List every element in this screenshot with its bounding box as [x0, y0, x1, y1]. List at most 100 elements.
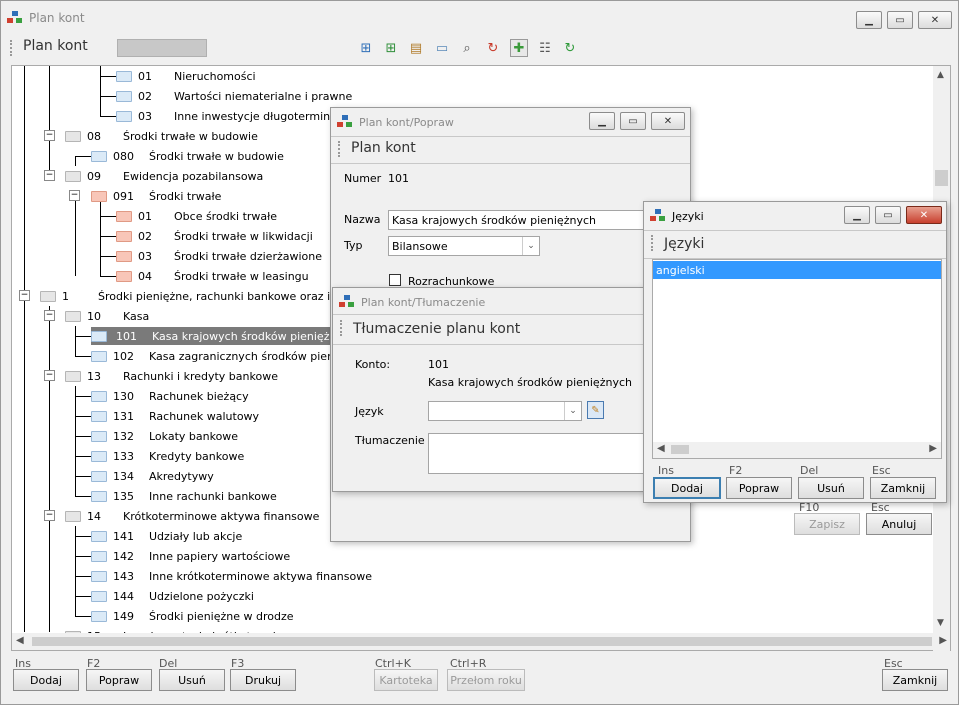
collapse-toggle[interactable]: − [44, 370, 55, 381]
tree-item[interactable]: 130 Rachunek bieżący [91, 387, 249, 405]
collapse-toggle[interactable]: − [44, 510, 55, 521]
tree-item-name: Rachunek walutowy [149, 409, 260, 423]
tree-item-code: 131 [113, 409, 134, 423]
languages-dialog-title: Języki [672, 209, 704, 223]
typ-select[interactable]: Bilansowe ⌄ [388, 236, 540, 256]
tree-item[interactable]: 132 Lokaty bankowe [91, 427, 238, 445]
languages-list[interactable]: angielski ◀ ▶ [652, 259, 942, 459]
chevron-down-icon[interactable]: ⌄ [522, 237, 539, 255]
close-main-button[interactable]: Zamknij [882, 669, 948, 691]
folder-icon [91, 150, 107, 162]
print-button[interactable]: Drukuj [230, 669, 296, 691]
tree-item[interactable]: 135 Inne rachunki bankowe [91, 487, 277, 505]
folder-icon [91, 410, 107, 422]
edit-button[interactable]: Popraw [86, 669, 152, 691]
collapse-toggle[interactable]: − [44, 130, 55, 141]
tree-item[interactable]: 02 Wartości niematerialne i prawne [116, 87, 352, 105]
languages-horizontal-scrollbar[interactable]: ◀ ▶ [653, 442, 941, 458]
tree-item-name: Inne papiery wartościowe [149, 549, 291, 563]
collapse-toggle[interactable]: − [44, 310, 55, 321]
tree-item[interactable]: 01 Obce środki trwałe [116, 207, 277, 225]
tree-item[interactable]: 144 Udzielone pożyczki [91, 587, 254, 605]
app-icon [337, 115, 353, 129]
translation-dialog-grip[interactable] [340, 320, 343, 336]
search-input[interactable] [117, 39, 207, 57]
tree-item-name: Środki trwałe w budowie [123, 129, 258, 143]
refresh-red-icon[interactable]: ↻ [484, 39, 502, 57]
tree-item[interactable]: 133 Kredyty bankowe [91, 447, 244, 465]
chevron-down-icon[interactable]: ⌄ [564, 402, 581, 420]
toolbar-grip[interactable] [10, 40, 13, 56]
comment-icon[interactable]: ▭ [433, 39, 451, 57]
tree-item[interactable]: 09 Ewidencja pozabilansowa [65, 167, 263, 185]
delete-button[interactable]: Usuń [159, 669, 225, 691]
tree-item[interactable]: 10 Kasa [65, 307, 149, 325]
languages-dialog-grip[interactable] [651, 235, 654, 251]
year-end-button[interactable]: Przełom roku [447, 669, 525, 691]
edit-dialog-close[interactable]: ✕ [651, 112, 685, 130]
edit-languages-icon[interactable]: ✎ [587, 401, 604, 419]
add-button[interactable]: Dodaj [13, 669, 79, 691]
languages-minimize[interactable]: ▁ [844, 206, 870, 224]
tree-item[interactable]: 14 Krótkoterminowe aktywa finansowe [65, 507, 319, 525]
jezyk-label: Język [355, 405, 384, 418]
minimize-button[interactable]: ▁ [856, 11, 882, 29]
tree-item-name: Udzielone pożyczki [149, 589, 254, 603]
language-delete-button[interactable]: Usuń [798, 477, 864, 499]
tree-item[interactable]: 04 Środki trwałe w leasingu [116, 267, 309, 285]
languages-maximize[interactable]: ▭ [875, 206, 901, 224]
refresh-green-icon[interactable]: ↻ [561, 39, 579, 57]
language-add-button[interactable]: Dodaj [653, 477, 721, 499]
collapse-toggle[interactable]: − [19, 290, 30, 301]
folder-icon [91, 590, 107, 602]
tree-item[interactable]: 149 Środki pieniężne w drodze [91, 607, 294, 625]
tree-item-name: Inne krótkoterminowe aktywa finansowe [149, 569, 373, 583]
tree-item[interactable]: 08 Środki trwałe w budowie [65, 127, 258, 145]
collapse-toggle[interactable]: − [69, 190, 80, 201]
tree-item[interactable]: 102 Kasa zagranicznych środków pienięż [91, 347, 350, 365]
save-button[interactable]: Zapisz [794, 513, 860, 535]
edit-dialog-grip[interactable] [338, 141, 341, 157]
edit-dialog-maximize[interactable]: ▭ [620, 112, 646, 130]
edit-dialog-minimize[interactable]: ▁ [589, 112, 615, 130]
add-child-icon[interactable]: ⊞ [382, 39, 400, 57]
rozrachunkowe-checkbox[interactable] [389, 274, 401, 286]
tree-item[interactable]: 03 Inne inwestycje długoterminowe [116, 107, 353, 125]
tree-item[interactable]: 02 Środki trwałe w likwidacji [116, 227, 313, 245]
tree-item[interactable]: 134 Akredytywy [91, 467, 214, 485]
tree-item[interactable]: 141 Udziały lub akcje [91, 527, 242, 545]
folder-icon [65, 170, 81, 182]
translation-textarea[interactable] [428, 433, 653, 474]
tree-item[interactable]: 01 Nieruchomości [116, 67, 256, 85]
folder-icon [91, 530, 107, 542]
list-item[interactable]: angielski [653, 261, 941, 279]
language-close-button[interactable]: Zamknij [870, 477, 936, 499]
maximize-button[interactable]: ▭ [887, 11, 913, 29]
tree-item[interactable]: 143 Inne krótkoterminowe aktywa finansowe [91, 567, 372, 585]
grid-icon[interactable]: ☷ [536, 39, 554, 57]
kartoteka-button[interactable]: Kartoteka [374, 669, 438, 691]
tree-item[interactable]: 131 Rachunek walutowy [91, 407, 259, 425]
add-sibling-icon[interactable]: ⊞ [357, 39, 375, 57]
languages-close[interactable]: ✕ [906, 206, 942, 224]
tree-horizontal-scrollbar[interactable]: ◀ ▶ [12, 633, 947, 650]
tree-item-code: 1 [62, 289, 69, 303]
tree-item[interactable]: 091 Środki trwałe [91, 187, 221, 205]
new-document-icon[interactable]: ✚ [510, 39, 528, 57]
konto-name: Kasa krajowych środków pieniężnych [428, 376, 632, 389]
cancel-button[interactable]: Anuluj [866, 513, 932, 535]
tree-item[interactable]: 142 Inne papiery wartościowe [91, 547, 290, 565]
collapse-toggle[interactable]: − [44, 170, 55, 181]
close-button[interactable]: ✕ [918, 11, 952, 29]
tree-item[interactable]: 13 Rachunki i kredyty bankowe [65, 367, 278, 385]
tree-item[interactable]: 080 Środki trwałe w budowie [91, 147, 284, 165]
search-zoom-icon[interactable]: ⌕ [458, 39, 476, 57]
clipboard-icon[interactable]: ▤ [407, 39, 425, 57]
folder-icon [91, 570, 107, 582]
folder-icon [116, 250, 132, 262]
tree-item[interactable]: 03 Środki trwałe dzierżawione [116, 247, 322, 265]
tree-item[interactable]: 101 Kasa krajowych środków pieniężnych [91, 327, 359, 345]
tree-item-name: Środki pieniężne w drodze [149, 609, 294, 623]
jezyk-select[interactable]: ⌄ [428, 401, 582, 421]
language-edit-button[interactable]: Popraw [726, 477, 792, 499]
